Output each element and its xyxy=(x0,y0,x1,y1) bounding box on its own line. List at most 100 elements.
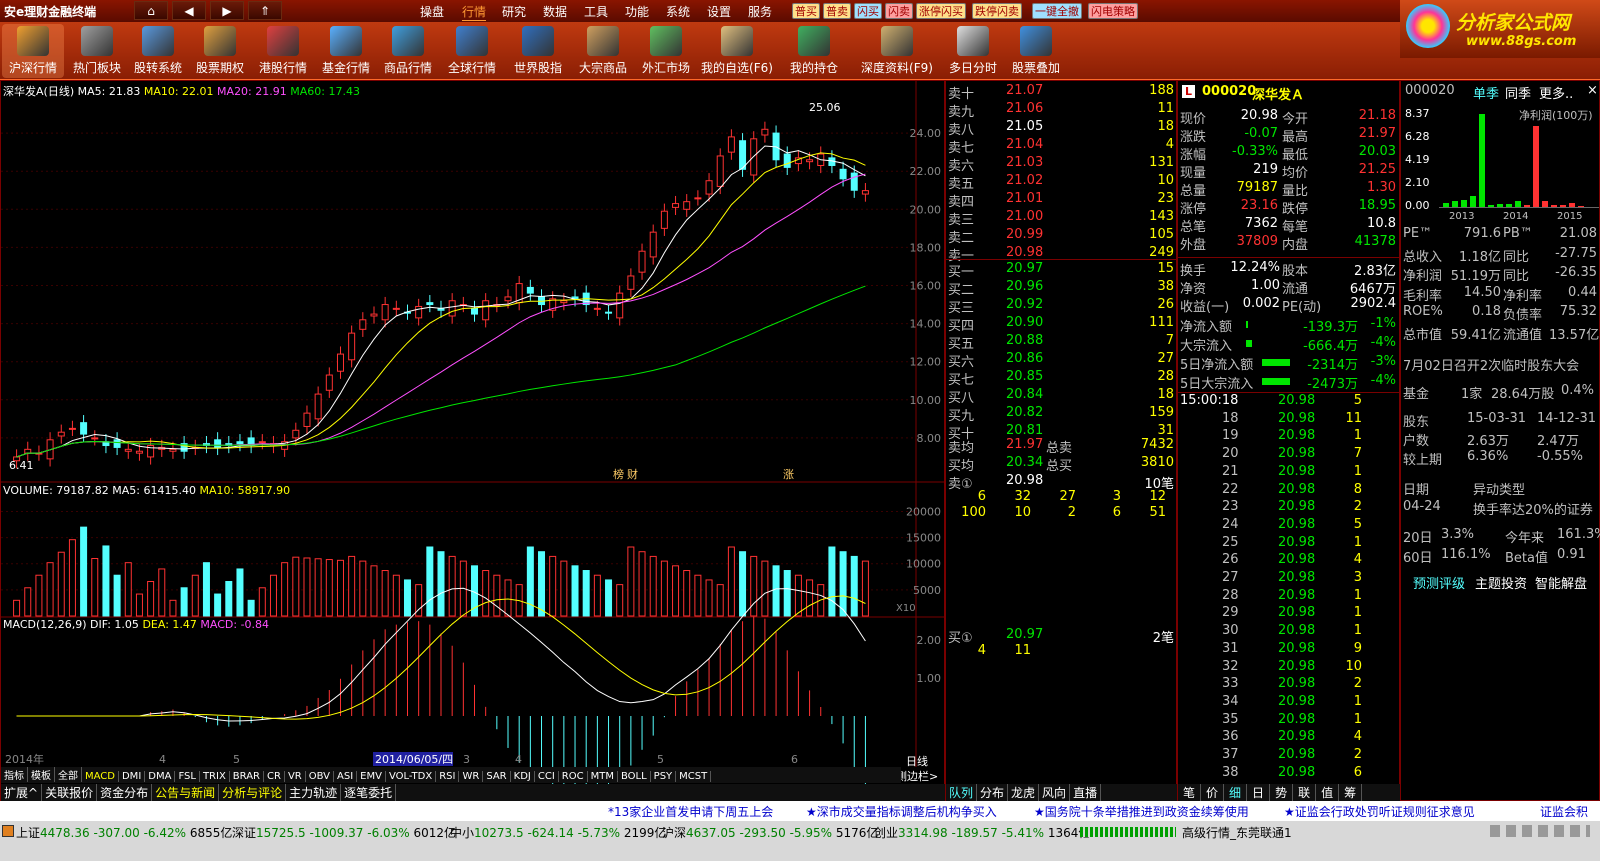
back-button[interactable]: ◀ xyxy=(172,1,206,20)
indicator-tab[interactable]: MACD xyxy=(82,771,119,782)
menu-item[interactable]: 研究 xyxy=(502,3,526,20)
fin-notice[interactable]: 7月02日召开2次临时股东大会 xyxy=(1403,355,1579,374)
index-item[interactable]: 深证15725.5 -1009.37 -6.03% 6012亿 xyxy=(232,824,456,841)
bottom-tab[interactable]: 逐笔委托 xyxy=(341,784,397,801)
indicator-tab[interactable]: 模板 xyxy=(28,767,55,782)
fin-tab[interactable]: × xyxy=(1587,83,1598,98)
sidebar-toggle[interactable]: 侧边栏> xyxy=(896,768,938,784)
quote-tab[interactable]: 笔 xyxy=(1178,784,1202,801)
index-item[interactable]: 沪深4637.05 -293.50 -5.95% 5176亿 xyxy=(662,824,878,841)
toolbar-button[interactable]: 大宗商品 xyxy=(572,24,634,78)
indicator-tab[interactable]: 指标 xyxy=(1,767,28,782)
indicator-tab[interactable]: CR xyxy=(264,771,285,782)
indicator-tab[interactable]: WR xyxy=(459,771,484,782)
indicator-tab[interactable]: BRAR xyxy=(230,771,264,782)
menu-item[interactable]: 数据 xyxy=(543,3,567,20)
quote-tab[interactable]: 值 xyxy=(1316,784,1340,801)
toolbar-button[interactable]: 热门板块 xyxy=(68,24,126,78)
indicator-tab[interactable]: PSY xyxy=(651,771,677,782)
toolbar-button[interactable]: 多日分时 xyxy=(944,24,1002,78)
indicator-tab[interactable]: BOLL xyxy=(618,771,651,782)
toolbar-button[interactable]: 世界股指 xyxy=(506,24,570,78)
indicator-tab[interactable]: MTM xyxy=(588,771,618,782)
toolbar-button[interactable]: 沪深行情 xyxy=(2,24,64,78)
indicator-tab[interactable]: TRIX xyxy=(200,771,230,782)
toolbar-button[interactable]: 商品行情 xyxy=(378,24,438,78)
forward-button[interactable]: ▶ xyxy=(210,1,244,20)
indicator-tab[interactable]: MCST xyxy=(676,771,712,782)
indicator-tab[interactable]: SAR xyxy=(483,771,511,782)
toolbar-button[interactable]: 深度资料(F9) xyxy=(852,24,942,78)
trade-shortcut-button[interactable]: 涨停闪买 xyxy=(916,3,966,19)
toolbar-button[interactable]: 我的自选(F6) xyxy=(698,24,776,78)
indicator-tab[interactable]: ROC xyxy=(559,771,588,782)
quote-tab[interactable]: 细 xyxy=(1224,784,1248,801)
fin-link[interactable]: 主题投资 xyxy=(1475,573,1527,592)
menu-item[interactable]: 服务 xyxy=(748,3,772,20)
bottom-tab[interactable]: 扩展^ xyxy=(1,784,43,801)
quote-tab[interactable]: 价 xyxy=(1201,784,1225,801)
kline-panel[interactable]: 24.00 22.00 20.00 18.00 16.00 14.00 12.00 10.00… xyxy=(0,80,946,802)
kline-chart[interactable]: 24.00 22.00 20.00 18.00 16.00 14.00 12.00 10.00… xyxy=(1,81,946,802)
index-item[interactable]: 创业3314.98 -189.57 -5.41% 1364亿 xyxy=(874,824,1090,841)
news-item[interactable]: *13家企业首发申请下周五上会 xyxy=(608,803,773,820)
fin-tab[interactable]: 单季 xyxy=(1473,83,1499,102)
orderbook-tab[interactable]: 龙虎 xyxy=(1008,784,1040,801)
indicator-tab[interactable]: KDJ xyxy=(511,771,535,782)
trade-shortcut-button[interactable]: 闪买 xyxy=(854,3,882,19)
quote-tab[interactable]: 势 xyxy=(1270,784,1294,801)
toolbar-button[interactable]: 全球行情 xyxy=(440,24,504,78)
orderbook-tab[interactable]: 风向 xyxy=(1039,784,1071,801)
indicator-tab[interactable]: VR xyxy=(285,771,306,782)
index-item[interactable]: 上证4478.36 -307.00 -6.42% 6855亿 xyxy=(16,824,232,841)
bottom-tab[interactable]: 资金分布 xyxy=(97,784,153,801)
bottom-tab[interactable]: 主力轨迹 xyxy=(286,784,342,801)
news-item[interactable]: 证监会积 xyxy=(1540,803,1588,820)
fin-tab[interactable]: 同季 xyxy=(1505,83,1531,102)
orderbook-tab[interactable]: 队列 xyxy=(946,784,978,801)
home-button[interactable]: ⌂ xyxy=(134,1,168,20)
menu-item[interactable]: 行情 xyxy=(462,3,487,21)
trade-shortcut-button[interactable]: 跌停闪卖 xyxy=(972,3,1022,19)
fin-link[interactable]: 智能解盘 xyxy=(1535,573,1587,592)
indicator-tab[interactable]: FSL xyxy=(175,771,200,782)
indicator-tab[interactable]: 全部 xyxy=(55,767,82,782)
fin-link[interactable]: 预测评级 xyxy=(1413,573,1465,592)
toolbar-button[interactable]: 股票期权 xyxy=(190,24,250,78)
trade-shortcut-button[interactable]: 闪卖 xyxy=(885,3,913,19)
toolbar-button[interactable]: 港股行情 xyxy=(252,24,314,78)
bottom-tab[interactable]: 公告与新闻 xyxy=(152,784,220,801)
bottom-tab[interactable]: 分析与评论 xyxy=(219,784,287,801)
toolbar-button[interactable]: 股转系统 xyxy=(128,24,188,78)
toolbar-button[interactable]: 我的持仓 xyxy=(778,24,850,78)
expand-button[interactable]: ⇑ xyxy=(248,1,282,20)
indicator-tab[interactable]: DMA xyxy=(145,771,176,782)
quote-tab[interactable]: 日 xyxy=(1247,784,1271,801)
trade-shortcut-button[interactable]: 闪电策略 xyxy=(1088,3,1138,19)
quote-tab[interactable]: 联 xyxy=(1293,784,1317,801)
trade-shortcut-button[interactable]: 一键全撤 xyxy=(1032,3,1082,19)
indicator-tab[interactable]: DMI xyxy=(119,771,146,782)
indicator-tab[interactable]: OBV xyxy=(306,771,334,782)
news-item[interactable]: ★证监会行政处罚听证规则征求意见 xyxy=(1284,803,1475,820)
indicator-tab[interactable]: CCI xyxy=(535,771,559,782)
indicator-tab[interactable]: EMV xyxy=(357,771,386,782)
toolbar-button[interactable]: 股票叠加 xyxy=(1004,24,1068,78)
quote-tab[interactable]: 筹 xyxy=(1339,784,1363,801)
toolbar-button[interactable]: 外汇市场 xyxy=(636,24,696,78)
trade-shortcut-button[interactable]: 普买 xyxy=(792,3,820,19)
news-item[interactable]: ★深市成交量指标调整后机构争买入 xyxy=(806,803,997,820)
news-ticker[interactable]: *13家企业首发申请下周五上会 ★深市成交量指标调整后机构争买入 ★国务院十条举措推… xyxy=(0,801,1600,821)
menu-item[interactable]: 系统 xyxy=(666,3,690,20)
bottom-tab[interactable]: 关联报价 xyxy=(42,784,98,801)
indicator-tab[interactable]: ASI xyxy=(334,771,358,782)
indicator-tab[interactable]: RSI xyxy=(436,771,460,782)
orderbook-tab[interactable]: 分布 xyxy=(977,784,1009,801)
index-item[interactable]: 中小10273.5 -624.14 -5.73% 2199亿 xyxy=(450,824,666,841)
indicator-tab[interactable]: VOL-TDX xyxy=(386,771,437,782)
menu-item[interactable]: 工具 xyxy=(584,3,608,20)
trade-shortcut-button[interactable]: 普卖 xyxy=(823,3,851,19)
menu-item[interactable]: 功能 xyxy=(625,3,649,20)
fin-tab[interactable]: 更多.. xyxy=(1539,83,1573,102)
orderbook-tab[interactable]: 直播 xyxy=(1070,784,1102,801)
